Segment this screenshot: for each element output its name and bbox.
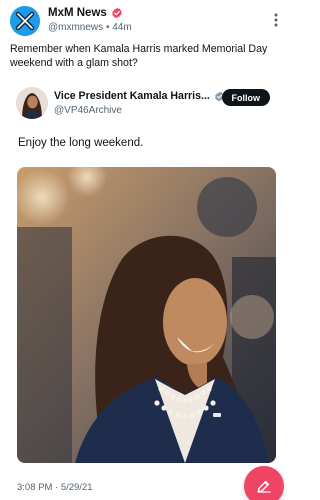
meta-separator: •: [105, 22, 110, 33]
quoted-post[interactable]: Vice President Kamala Harris... @VP46Arc…: [10, 80, 283, 470]
post-header: MxM News @mxmnews • 44m: [10, 4, 283, 40]
quoted-name-row: Vice President Kamala Harris...: [54, 90, 225, 102]
post-time: 44m: [112, 22, 132, 33]
profile-photo-icon: [16, 87, 48, 119]
author-meta: @mxmnews • 44m: [48, 22, 132, 33]
author-name-row: MxM News: [48, 5, 132, 20]
post-photo[interactable]: [17, 167, 276, 463]
mxm-logo-icon: [10, 6, 40, 36]
more-vertical-icon: [274, 13, 278, 27]
quoted-avatar[interactable]: [16, 87, 48, 119]
author-name[interactable]: MxM News: [48, 7, 107, 19]
quoted-author-name[interactable]: Vice President Kamala Harris...: [54, 90, 210, 102]
follow-button[interactable]: Follow: [221, 89, 270, 106]
author-handle[interactable]: @mxmnews: [48, 22, 103, 33]
quoted-text: Enjoy the long weekend.: [18, 137, 144, 149]
verified-badge-icon: [112, 7, 122, 18]
portrait-photo: [17, 167, 276, 463]
post-timestamp: 3:08 PM · 5/29/21: [17, 482, 93, 493]
author-block: MxM News @mxmnews • 44m: [48, 5, 132, 34]
avatar[interactable]: [10, 6, 40, 36]
compose-icon: [257, 480, 271, 493]
compose-button[interactable]: [244, 466, 284, 500]
more-options-button[interactable]: [271, 12, 281, 28]
quoted-handle[interactable]: @VP46Archive: [54, 105, 122, 116]
post-text: Remember when Kamala Harris marked Memor…: [10, 43, 268, 69]
